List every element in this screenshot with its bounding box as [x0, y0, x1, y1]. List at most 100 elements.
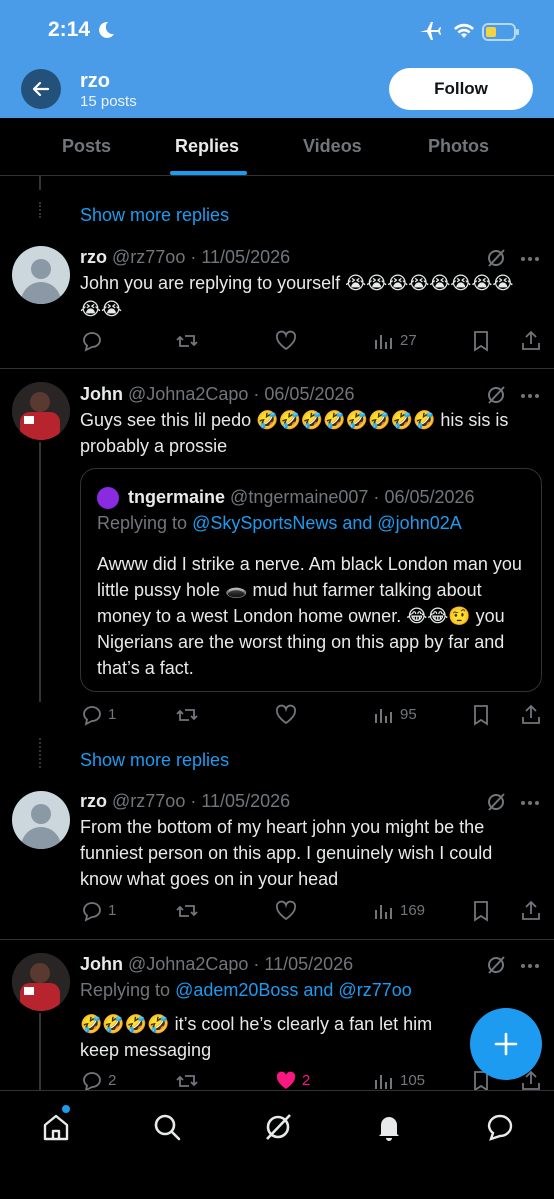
quoted-post[interactable]: tngermaine @tngermaine007 · 06/05/2026 R…	[80, 468, 542, 692]
avatar[interactable]	[12, 791, 70, 849]
tab-posts[interactable]: Posts	[62, 136, 111, 157]
author-name[interactable]: rzo	[80, 791, 107, 811]
avatar[interactable]	[12, 382, 70, 440]
tab-photos[interactable]: Photos	[428, 136, 489, 157]
quoted-author-name: tngermaine	[128, 487, 226, 507]
repost-icon	[176, 709, 198, 721]
divider	[0, 368, 554, 369]
thread-line-dotted	[39, 202, 41, 218]
wifi-icon	[454, 23, 474, 38]
quoted-avatar	[97, 487, 119, 509]
reply-count: 2	[108, 1072, 117, 1089]
post-author-line: rzo @rz77oo · 11/05/2026	[80, 791, 291, 811]
quoted-post-date: 06/05/2026	[384, 487, 475, 507]
views-icon	[375, 335, 392, 349]
quoted-replying-to: Replying to @SkySportsNews and @john02A	[97, 513, 462, 533]
replies-feed[interactable]: Show more replies rzo @rz77oo · 11/05/20…	[0, 176, 554, 1090]
thread-line	[39, 442, 41, 702]
bookmark-icon	[474, 901, 488, 922]
home-notification-dot	[62, 1105, 70, 1113]
views-count: 169	[400, 902, 426, 919]
quoted-post-text: Awww did I strike a nerve. Am black Lond…	[97, 554, 522, 678]
profile-tabs: Posts Replies Videos Photos	[0, 118, 554, 176]
post-text: John you are replying to yourself 😭😭😭😭😭😭…	[80, 273, 514, 319]
thread-line	[39, 176, 41, 190]
moon-icon	[99, 21, 114, 38]
tab-replies[interactable]: Replies	[175, 136, 239, 157]
like-icon	[275, 704, 297, 725]
battery-icon	[482, 23, 519, 41]
author-handle[interactable]: @rz77oo	[112, 791, 185, 811]
reply-icon	[83, 1072, 101, 1090]
follow-button[interactable]: Follow	[389, 68, 533, 110]
author-handle[interactable]: @rz77oo	[112, 247, 185, 267]
bookmark-icon	[474, 705, 488, 726]
back-arrow-icon	[32, 81, 50, 97]
author-handle[interactable]: @Johna2Capo	[128, 384, 248, 404]
grok-icon[interactable]	[485, 954, 507, 976]
post-text: 🤣🤣🤣🤣 it’s cool he’s clearly a fan let hi…	[80, 1014, 433, 1060]
post-date: 11/05/2026	[201, 247, 291, 267]
avatar[interactable]	[12, 246, 70, 304]
tab-videos[interactable]: Videos	[303, 136, 362, 157]
views-count: 105	[400, 1072, 426, 1089]
search-icon[interactable]	[151, 1111, 183, 1143]
notifications-icon[interactable]	[373, 1111, 405, 1143]
profile-header: 2:14 rzo 15 posts Follow	[0, 0, 554, 118]
views-icon	[375, 1075, 392, 1089]
views-count: 95	[400, 706, 417, 723]
author-name[interactable]: John	[80, 954, 123, 974]
post-text: From the bottom of my heart john you mig…	[80, 817, 493, 889]
share-icon	[522, 704, 540, 724]
replying-to-line: Replying to @adem20Boss and @rz77oo	[80, 980, 412, 1000]
repost-icon	[176, 1075, 198, 1087]
post-actions: 1 169	[0, 899, 554, 923]
posts-count: 15 posts	[80, 93, 137, 110]
compose-icon	[494, 1032, 518, 1056]
grok-icon[interactable]	[485, 384, 507, 406]
post-author-line: John @Johna2Capo · 11/05/2026	[80, 954, 354, 974]
quoted-author-handle: @tngermaine007	[230, 487, 369, 507]
home-icon[interactable]	[40, 1111, 72, 1143]
messages-icon[interactable]	[484, 1111, 516, 1143]
show-more-replies-link[interactable]: Show more replies	[80, 205, 229, 226]
post-actions: 2 2 105	[0, 1069, 554, 1090]
back-button[interactable]	[21, 69, 61, 109]
more-icon[interactable]	[520, 800, 540, 806]
replying-to-link[interactable]: @SkySportsNews and @john02A	[192, 513, 462, 533]
post-author-line: rzo @rz77oo · 11/05/2026	[80, 247, 291, 267]
active-tab-indicator	[170, 171, 247, 175]
views-count: 27	[400, 332, 417, 349]
like-icon	[275, 900, 297, 921]
post-date: 11/05/2026	[201, 791, 291, 811]
profile-name: rzo	[80, 70, 110, 92]
grok-icon[interactable]	[485, 247, 507, 269]
bookmark-icon	[474, 331, 488, 352]
reply-icon	[83, 706, 101, 726]
divider	[0, 939, 554, 940]
replying-to-link[interactable]: @adem20Boss and @rz77oo	[175, 980, 412, 1000]
like-icon-filled	[276, 1071, 296, 1089]
author-name[interactable]: rzo	[80, 247, 107, 267]
post-actions: 1 95	[0, 703, 554, 727]
airplane-icon	[420, 22, 441, 40]
grok-icon[interactable]	[262, 1111, 294, 1143]
views-icon	[375, 709, 392, 723]
repost-icon	[176, 335, 198, 347]
status-time: 2:14	[48, 18, 91, 41]
reply-icon	[83, 902, 101, 922]
views-icon	[375, 905, 392, 919]
compose-button[interactable]	[470, 1008, 542, 1080]
more-icon[interactable]	[520, 963, 540, 969]
avatar[interactable]	[12, 953, 70, 1011]
more-icon[interactable]	[520, 393, 540, 399]
grok-icon[interactable]	[485, 791, 507, 813]
author-handle[interactable]: @Johna2Capo	[128, 954, 248, 974]
show-more-replies-link[interactable]: Show more replies	[80, 750, 229, 771]
reply-icon	[83, 332, 101, 352]
more-icon[interactable]	[520, 256, 540, 262]
author-name[interactable]: John	[80, 384, 123, 404]
bottom-navigation	[0, 1090, 554, 1199]
post-text: Guys see this lil pedo 🤣🤣🤣🤣🤣🤣🤣🤣 his sis …	[80, 410, 509, 456]
like-icon	[275, 330, 297, 351]
